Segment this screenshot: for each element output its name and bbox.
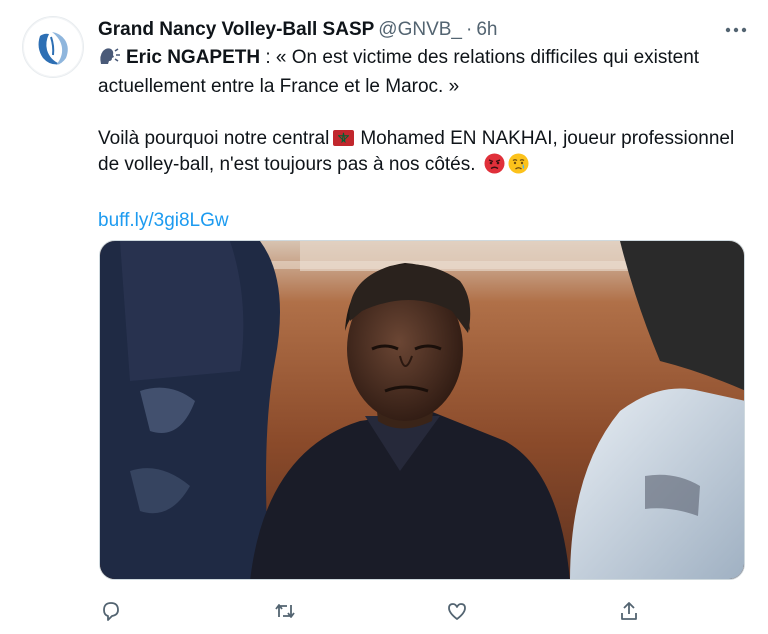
tweet-header: Grand Nancy Volley-Ball SASP @GNVB_ · 6h [98, 17, 497, 43]
author-name[interactable]: Grand Nancy Volley-Ball SASP [98, 17, 374, 43]
share-icon[interactable] [615, 597, 643, 625]
gnvb-logo-icon [32, 26, 74, 68]
separator-dot: · [466, 19, 473, 40]
paragraph-2-start: Voilà pourquoi notre central [98, 128, 330, 149]
morocco-flag-icon [333, 130, 355, 146]
angry-face-icon [484, 153, 505, 182]
reply-icon[interactable] [97, 597, 125, 625]
tweet-paragraph-2: Voilà pourquoi notre central Mohamed EN N… [98, 126, 738, 182]
tweet-link[interactable]: buff.ly/3gi8LGw [98, 210, 229, 231]
author-handle[interactable]: @GNVB_ [378, 17, 462, 43]
tweet-paragraph-3: buff.ly/3gi8LGw [98, 208, 738, 234]
tweet-text: Eric NGAPETH : « On est victime des rela… [98, 45, 738, 234]
tweet-time[interactable]: 6h [476, 17, 497, 43]
more-icon[interactable] [722, 18, 750, 42]
retweet-icon[interactable] [271, 597, 299, 625]
tweet-paragraph-1: Eric NGAPETH : « On est victime des rela… [98, 45, 738, 100]
avatar[interactable] [22, 16, 84, 78]
crying-face-icon [508, 153, 529, 182]
like-icon[interactable] [443, 597, 471, 625]
quoted-person: Eric NGAPETH [126, 47, 261, 68]
tweet-actions [0, 597, 768, 625]
tweet-card[interactable]: Grand Nancy Volley-Ball SASP @GNVB_ · 6h… [0, 0, 768, 634]
speaking-head-icon [98, 46, 120, 74]
tweet-image[interactable] [99, 240, 745, 580]
